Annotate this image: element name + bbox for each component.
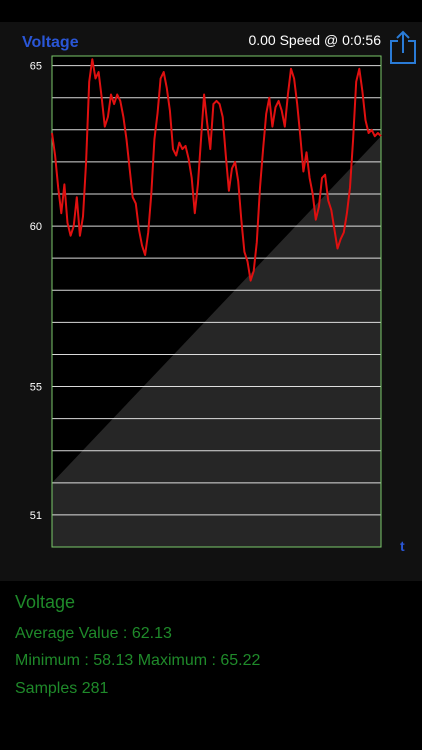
- y-tick-label: 65: [30, 61, 42, 73]
- share-icon: [390, 30, 416, 64]
- chart-title: Voltage: [22, 34, 79, 51]
- stats-title: Voltage: [15, 592, 76, 612]
- x-axis-label: t: [400, 538, 405, 554]
- y-tick-label: 55: [30, 382, 42, 394]
- share-button[interactable]: [388, 29, 418, 65]
- chart-panel: 65 60 55 51 Voltage 0.00 Speed @ 0:0:56 t: [0, 22, 422, 581]
- status-bar: [0, 0, 422, 22]
- y-tick-label: 51: [30, 510, 42, 522]
- min-max-value: Minimum : 58.13 Maximum : 65.22: [15, 652, 261, 669]
- voltage-chart: 65 60 55 51: [30, 55, 382, 548]
- samples-count: Samples 281: [15, 680, 109, 697]
- speed-readout: 0.00 Speed @ 0:0:56: [248, 32, 381, 48]
- stats-panel: Voltage Average Value : 62.13 Minimum : …: [0, 581, 422, 750]
- y-tick-label: 60: [30, 221, 42, 233]
- average-value: Average Value : 62.13: [15, 625, 172, 642]
